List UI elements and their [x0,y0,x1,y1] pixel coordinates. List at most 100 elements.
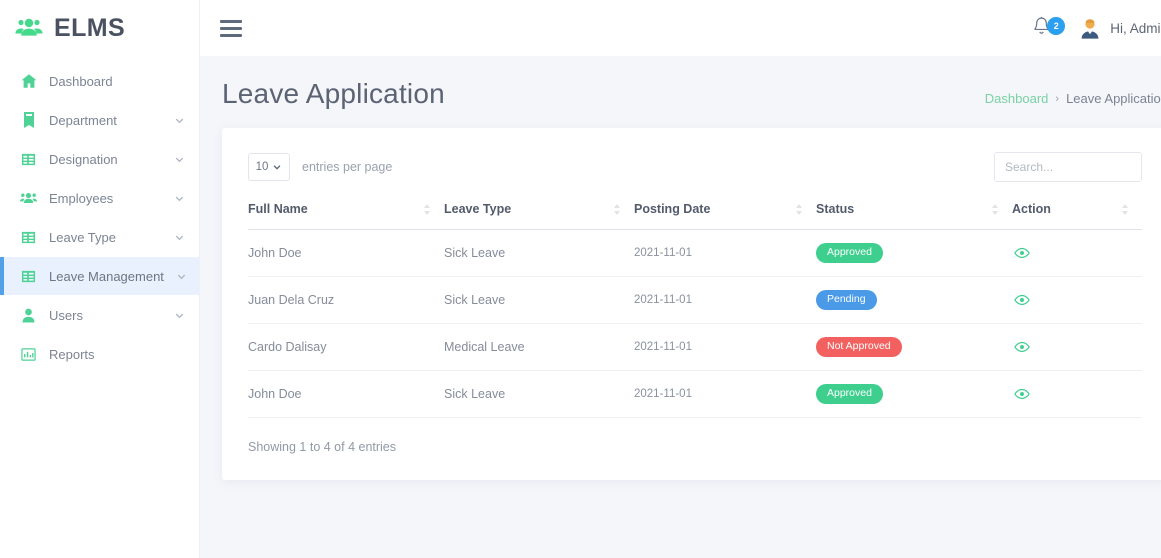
cell-full-name: Juan Dela Cruz [248,276,444,324]
sidebar-item-leave-type[interactable]: Leave Type [0,218,199,256]
column-header-posting-date[interactable]: Posting Date [634,202,816,230]
cell-status: Not Approved [816,323,1012,371]
table-row: John Doe Sick Leave 2021-11-01 Approved [248,370,1142,418]
bar-chart-icon [20,346,37,363]
brand-logo[interactable]: ELMS [0,0,199,56]
column-label: Leave Type [444,202,512,216]
brand-name: ELMS [54,13,126,42]
column-label: Posting Date [634,202,711,216]
table-header-row: Full Name Leave Type Posting Date Status… [248,202,1142,230]
status-badge: Approved [816,243,883,263]
sidebar-item-reports[interactable]: Reports [0,335,199,373]
cell-leave-type: Sick Leave [444,229,634,277]
table-icon [20,151,37,168]
chevron-down-icon [174,115,185,126]
column-header-status[interactable]: Status [816,202,1012,230]
table-row: Juan Dela Cruz Sick Leave 2021-11-01 Pen… [248,276,1142,324]
cell-posting-date: 2021-11-01 [634,323,816,371]
column-header-leave-type[interactable]: Leave Type [444,202,634,230]
column-header-full-name[interactable]: Full Name [248,202,444,230]
leave-application-table: Full Name Leave Type Posting Date Status… [248,202,1142,418]
cell-action [1012,229,1142,277]
sidebar-item-dashboard[interactable]: Dashboard [0,62,199,100]
main-area: 2 Hi, Admin Leave A [200,0,1161,558]
content: Leave Application Dashboard › Leave Appl… [200,56,1161,480]
sidebar-item-label: Department [49,112,117,128]
status-badge: Not Approved [816,337,902,357]
cell-posting-date: 2021-11-01 [634,229,816,277]
column-label: Status [816,202,855,216]
sort-icon [424,203,430,215]
cell-full-name: John Doe [248,229,444,277]
cell-action [1012,323,1142,371]
cell-action [1012,276,1142,324]
entries-per-page-select[interactable]: 10 [248,153,290,181]
sidebar: ELMS Dashboard Department Designation Em… [0,0,200,558]
status-badge: Approved [816,384,883,404]
table-controls: 10 entries per page [248,152,1142,182]
leave-application-card: 10 entries per page Search... Full Name … [222,128,1161,480]
cell-leave-type: Sick Leave [444,276,634,324]
cell-status: Approved [816,370,1012,418]
sidebar-item-label: Users [49,307,83,323]
breadcrumb-dashboard-link[interactable]: Dashboard [985,91,1049,106]
hamburger-bar [220,33,242,37]
table-body: John Doe Sick Leave 2021-11-01 Approved [248,229,1142,418]
cell-status: Pending [816,276,1012,324]
sidebar-item-designation[interactable]: Designation [0,140,199,178]
cell-posting-date: 2021-11-01 [634,276,816,324]
sidebar-item-label: Dashboard [49,73,113,89]
users-icon [20,190,37,207]
sidebar-item-employees[interactable]: Employees [0,179,199,217]
app-root: ELMS Dashboard Department Designation Em… [0,0,1161,558]
user-menu[interactable]: Hi, Admin [1079,17,1161,39]
table-icon [20,268,37,285]
eye-icon[interactable] [1012,384,1032,404]
users-group-icon [14,17,44,39]
hamburger-icon[interactable] [218,15,244,41]
hamburger-bar [220,19,242,23]
hamburger-bar [220,26,242,30]
eye-icon[interactable] [1012,290,1032,310]
sidebar-item-label: Leave Type [49,229,116,245]
eye-icon[interactable] [1012,243,1032,263]
page-title: Leave Application [222,78,445,109]
cell-posting-date: 2021-11-01 [634,370,816,418]
status-badge: Pending [816,290,877,310]
breadcrumb: Dashboard › Leave Application [985,91,1161,106]
page-header: Leave Application Dashboard › Leave Appl… [222,56,1161,128]
notifications-button[interactable]: 2 [1032,16,1066,41]
sidebar-item-label: Reports [49,346,95,362]
sidebar-item-department[interactable]: Department [0,101,199,139]
breadcrumb-current: Leave Application [1066,91,1161,106]
chevron-down-icon [174,193,185,204]
column-header-action[interactable]: Action [1012,202,1142,230]
cell-full-name: Cardo Dalisay [248,323,444,371]
topbar: 2 Hi, Admin [200,0,1161,56]
sort-icon [1122,203,1128,215]
sidebar-item-label: Leave Management [49,268,164,284]
cell-action [1012,370,1142,418]
search-input[interactable] [994,152,1142,182]
user-greeting: Hi, Admin [1110,20,1161,36]
notification-count-badge: 2 [1047,16,1066,35]
sidebar-item-users[interactable]: Users [0,296,199,334]
table-head: Full Name Leave Type Posting Date Status… [248,202,1142,230]
chevron-down-icon [176,271,187,282]
sidebar-item-leave-management[interactable]: Leave Management [0,257,199,295]
eye-icon[interactable] [1012,337,1032,357]
user-icon [20,307,37,324]
table-row: Cardo Dalisay Medical Leave 2021-11-01 N… [248,323,1142,371]
chevron-down-icon [174,232,185,243]
cell-full-name: John Doe [248,370,444,418]
chevron-down-icon [174,154,185,165]
sort-icon [992,203,998,215]
topbar-right: 2 Hi, Admin [1032,16,1161,41]
column-label: Full Name [248,202,308,216]
cell-leave-type: Medical Leave [444,323,634,371]
table-row: John Doe Sick Leave 2021-11-01 Approved [248,229,1142,277]
entries-per-page-value: 10 [255,161,269,173]
sort-icon [796,203,802,215]
table-info: Showing 1 to 4 of 4 entries [248,440,397,454]
building-icon [20,112,37,129]
